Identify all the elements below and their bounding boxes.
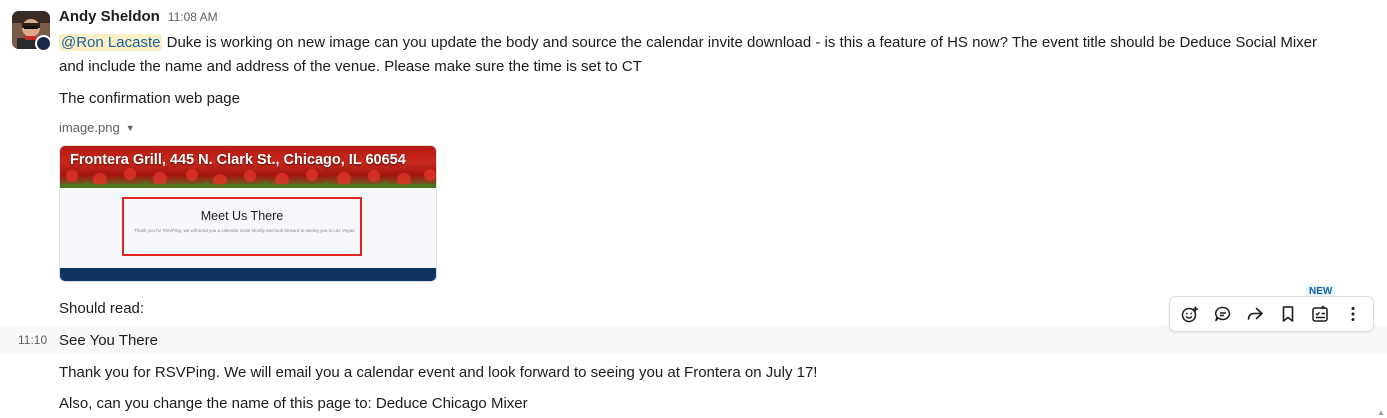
file-name-toggle[interactable]: image.png ▼ <box>59 120 135 135</box>
attachment-footer <box>60 268 436 281</box>
followup-message-3: Also, can you change the name of this pa… <box>59 395 528 412</box>
forward-icon <box>1247 307 1264 320</box>
slack-message-view: Andy Sheldon 11:08 AM @Ron Lacaste Duke … <box>0 0 1387 418</box>
followup-message-1: See You There <box>59 332 158 349</box>
forward-button[interactable] <box>1240 299 1270 329</box>
user-mention[interactable]: @Ron Lacaste <box>59 34 163 51</box>
attachment-box-text: Thank you for RSVPing, we will send you … <box>134 228 356 233</box>
attachment-banner-text: Frontera Grill, 445 N. Clark St., Chicag… <box>70 152 406 168</box>
add-reaction-button[interactable] <box>1175 299 1205 329</box>
reply-in-thread-icon <box>1214 306 1230 322</box>
caret-down-icon: ▼ <box>125 122 135 133</box>
message-line-should-read: Should read: <box>59 300 145 317</box>
more-actions-icon <box>1351 307 1355 321</box>
scroll-down-icon[interactable]: ▲ <box>1377 408 1385 417</box>
attachment-highlight-box: Meet Us There Thank you for RSVPing, we … <box>122 197 362 256</box>
message-line-3: The confirmation web page <box>59 90 240 107</box>
reply-in-thread-button[interactable] <box>1208 299 1238 329</box>
status-badge <box>35 35 52 52</box>
message-line-2: and include the name and address of the … <box>59 58 642 75</box>
message-text: Duke is working on new image can you upd… <box>162 34 1318 51</box>
file-name: image.png <box>59 120 120 135</box>
add-to-list-icon <box>1312 305 1328 322</box>
followup-timestamp[interactable]: 11:10 <box>18 333 47 347</box>
followup-message-2: Thank you for RSVPing. We will email you… <box>59 364 818 381</box>
add-to-list-button[interactable] <box>1305 299 1335 329</box>
add-reaction-icon <box>1182 306 1199 323</box>
save-for-later-button[interactable] <box>1273 299 1303 329</box>
author-name[interactable]: Andy Sheldon <box>59 8 160 25</box>
message-timestamp[interactable]: 11:08 AM <box>168 10 218 24</box>
image-attachment[interactable]: Frontera Grill, 445 N. Clark St., Chicag… <box>59 145 437 282</box>
attachment-banner: Frontera Grill, 445 N. Clark St., Chicag… <box>60 146 436 188</box>
message-actions-toolbar <box>1169 296 1374 332</box>
message-header: Andy Sheldon 11:08 AM <box>59 8 218 28</box>
more-actions-button[interactable] <box>1338 299 1368 329</box>
message-line-1: @Ron Lacaste Duke is working on new imag… <box>59 32 1317 54</box>
bookmark-icon <box>1282 306 1294 322</box>
attachment-box-title: Meet Us There <box>200 209 284 223</box>
